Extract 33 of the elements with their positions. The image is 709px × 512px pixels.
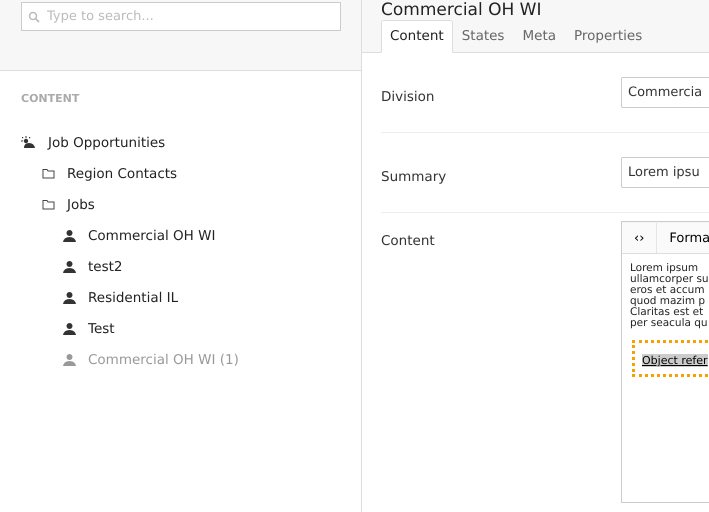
folder-icon — [42, 168, 55, 179]
person-icon — [63, 292, 76, 304]
input-field[interactable]: Lorem ipsu — [621, 157, 709, 188]
tab[interactable]: Meta — [513, 20, 566, 53]
search-field[interactable]: Type to search... — [21, 2, 341, 31]
input-field[interactable]: Commercia — [621, 77, 709, 108]
person-icon — [63, 322, 76, 334]
object-reference[interactable]: Object refer — [632, 340, 709, 377]
tree-item[interactable]: Test — [88, 320, 115, 336]
tree-item[interactable]: Commercial OH WI — [88, 228, 216, 244]
toolbar-button[interactable]: ‹› — [622, 223, 658, 253]
page-title: Commercial OH WI — [381, 0, 542, 20]
tab[interactable]: Content — [381, 20, 453, 53]
toolbar-button[interactable]: Forma — [657, 223, 709, 253]
section-heading: CONTENT — [21, 92, 80, 105]
body-text: Lorem ipsum ullamcorper su eros et accum quod mazim p Claritas est et per seacula qu — [630, 263, 709, 329]
folder-icon — [42, 199, 55, 210]
tree-item[interactable]: Jobs — [67, 196, 95, 212]
field-label: Content — [381, 233, 436, 251]
field-label: Summary — [381, 169, 448, 187]
person-icon — [63, 230, 76, 242]
tree-item[interactable]: Residential IL — [88, 290, 178, 306]
person-icon — [63, 354, 76, 366]
person-icon — [63, 260, 76, 272]
tab[interactable]: States — [452, 20, 514, 53]
tree-item[interactable]: Region Contacts — [67, 166, 178, 182]
tree-item[interactable]: Job Opportunities — [48, 134, 166, 150]
weather-icon — [21, 136, 36, 149]
field-label: Division — [381, 89, 436, 107]
tree-item[interactable]: test2 — [88, 258, 123, 274]
rich-text-editor[interactable]: ‹› Forma Lorem ipsum ullamcorper su eros et accum quod mazim p Claritas est et per seacula qu Object refer — [621, 221, 709, 503]
tab[interactable]: Properties — [565, 20, 652, 53]
search-icon — [28, 11, 40, 23]
